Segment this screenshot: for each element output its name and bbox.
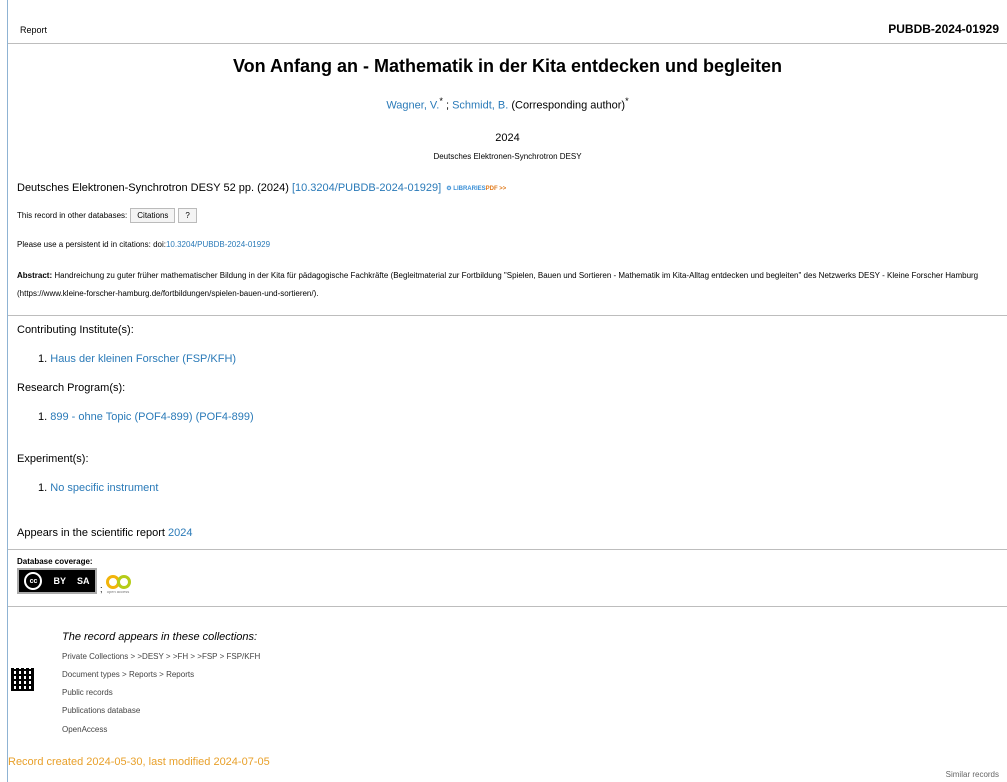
collections-title: The record appears in these collections: xyxy=(62,631,258,643)
persistent-label: Please use a persistent id in citations:… xyxy=(17,240,166,249)
abstract-text: Handreichung zu guter früher mathematisc… xyxy=(17,271,979,298)
similar-records-link[interactable]: Similar records xyxy=(946,770,999,779)
collection-link[interactable]: Publications database xyxy=(62,706,140,715)
persistent-id: Please use a persistent id in citations:… xyxy=(17,240,270,249)
libraries-badge-suffix: PDF >> xyxy=(485,185,507,192)
author-separator: ; xyxy=(442,99,453,112)
report-year-link[interactable]: 2024 xyxy=(168,527,192,539)
collection-link[interactable]: OpenAccess xyxy=(62,725,107,734)
path-separator: > xyxy=(128,652,138,661)
collection-link[interactable]: Reports xyxy=(129,670,157,679)
cc-by-label: BY xyxy=(53,576,66,586)
collection-path-private: Private Collections > >DESY > >FH > >FSP… xyxy=(62,652,260,661)
open-access-rings-icon xyxy=(105,575,131,589)
publisher: Deutsches Elektronen-Synchrotron DESY xyxy=(433,152,582,161)
left-border xyxy=(7,0,8,782)
experiments-heading: Experiment(s): xyxy=(17,453,89,465)
citations-button[interactable]: Citations xyxy=(130,208,176,223)
item-number: 1. xyxy=(38,353,48,365)
collection-link[interactable]: FSP/KFH xyxy=(227,652,261,661)
author-mark: * xyxy=(625,96,629,106)
experiment-link[interactable]: No specific instrument xyxy=(50,482,158,494)
list-item: 1. 899 - ohne Topic (POF4-899) (POF4-899… xyxy=(38,411,254,423)
item-number: 1. xyxy=(38,482,48,494)
collection-link[interactable]: Private Collections xyxy=(62,652,128,661)
qr-code-icon xyxy=(11,668,34,691)
scientific-report: Appears in the scientific report 2024 xyxy=(17,527,193,539)
record-created: Record created 2024-05-30, last modified… xyxy=(8,756,270,768)
publication-year: 2024 xyxy=(495,132,520,144)
collection-link[interactable]: Document types xyxy=(62,670,120,679)
item-number: 1. xyxy=(38,411,48,423)
institute-link[interactable]: Haus der kleinen Forscher (FSP/KFH) xyxy=(50,353,236,365)
record-type: Report xyxy=(20,25,48,35)
cc-icon: cc xyxy=(24,572,43,590)
authors: Wagner, V. * ; Schmidt, B. (Corresponding… xyxy=(8,96,1007,112)
other-databases: This record in other databases: Citation… xyxy=(17,208,197,223)
path-separator: > xyxy=(163,652,173,661)
badge-separator: ; xyxy=(100,584,103,594)
open-access-caption: open access xyxy=(106,589,130,594)
collection-link[interactable]: Reports xyxy=(166,670,194,679)
programs-heading: Research Program(s): xyxy=(17,382,126,394)
record-id: PUBDB-2024-01929 xyxy=(888,22,999,36)
citation-text: Deutsches Elektronen-Synchrotron DESY 52… xyxy=(17,182,289,194)
abstract: Abstract: Handreichung zu guter früher m… xyxy=(17,267,1002,303)
citation: Deutsches Elektronen-Synchrotron DESY 52… xyxy=(17,182,506,194)
institutes-heading: Contributing Institute(s): xyxy=(17,324,134,336)
license-badges: cc BY SA ; open access xyxy=(17,568,131,594)
page-title: Von Anfang an - Mathematik in der Kita e… xyxy=(232,56,783,76)
divider xyxy=(8,315,1007,316)
list-item: 1. Haus der kleinen Forscher (FSP/KFH) xyxy=(38,353,236,365)
abstract-label: Abstract: xyxy=(17,271,53,280)
author-link[interactable]: Wagner, V. xyxy=(386,100,439,112)
collection-link[interactable]: >FSP xyxy=(197,652,217,661)
libraries-badge[interactable]: ⚙ LIBRARIESPDF >> xyxy=(446,185,506,192)
help-button[interactable]: ? xyxy=(178,208,197,223)
divider xyxy=(8,606,1007,607)
path-separator: > xyxy=(119,670,129,679)
program-link[interactable]: 899 - ohne Topic (POF4-899) (POF4-899) xyxy=(50,411,253,423)
cc-sa-label: SA xyxy=(76,576,90,586)
path-separator: > xyxy=(217,652,227,661)
path-separator: > xyxy=(188,652,198,661)
collection-link[interactable]: >FH xyxy=(173,652,188,661)
collection-link[interactable]: Public records xyxy=(62,688,113,697)
author-link[interactable]: Schmidt, B. xyxy=(452,100,508,112)
divider xyxy=(8,549,1007,550)
open-access-icon[interactable]: open access xyxy=(105,575,131,594)
libraries-badge-label: LIBRARIES xyxy=(453,185,486,192)
persistent-doi-link[interactable]: 10.3204/PUBDB-2024-01929 xyxy=(166,240,270,249)
other-db-label: This record in other databases: xyxy=(17,211,128,220)
author-role: (Corresponding author) xyxy=(508,99,626,112)
divider xyxy=(8,43,1007,44)
database-coverage-label: Database coverage: xyxy=(17,557,93,566)
list-item: 1. No specific instrument xyxy=(38,482,158,494)
collection-link[interactable]: >DESY xyxy=(137,652,163,661)
scientific-report-label: Appears in the scientific report xyxy=(17,527,169,539)
cc-by-sa-icon[interactable]: cc BY SA xyxy=(17,568,97,594)
path-separator: > xyxy=(156,670,167,679)
collection-path-doctypes: Document types > Reports > Reports xyxy=(62,670,194,679)
doi-link[interactable]: [10.3204/PUBDB-2024-01929] xyxy=(292,182,441,194)
